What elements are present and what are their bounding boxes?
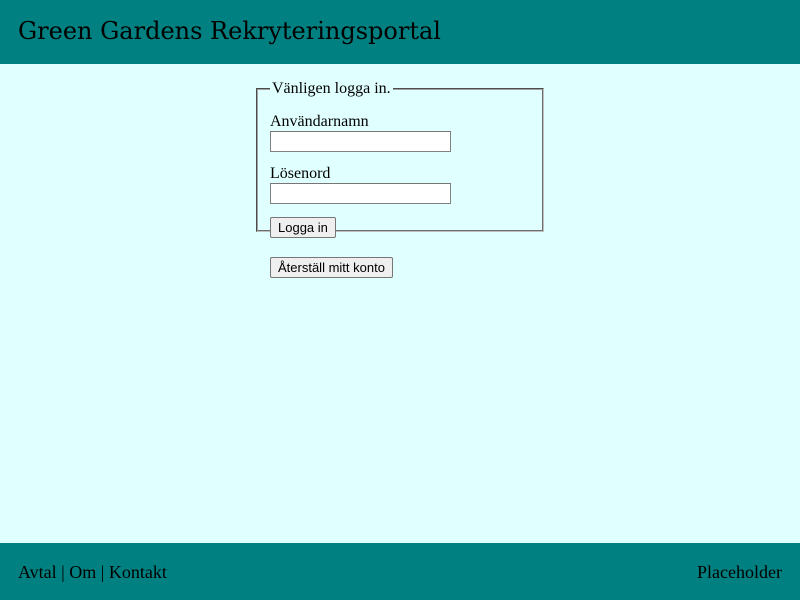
login-legend: Vänligen logga in.: [272, 80, 391, 97]
main-content: Vänligen logga in. Användarnamn Lösenord…: [0, 64, 800, 543]
reset-account-button[interactable]: Återställ mitt konto: [270, 257, 393, 278]
footer-separator: |: [61, 562, 65, 582]
footer-link-om[interactable]: Om: [69, 562, 96, 582]
footer-link-kontakt[interactable]: Kontakt: [109, 562, 167, 582]
footer-placeholder-text: Placeholder: [697, 562, 782, 582]
password-input[interactable]: [270, 183, 451, 204]
footer-nav: Avtal | Om | Kontakt: [18, 561, 167, 583]
footer-separator: |: [100, 562, 105, 582]
password-label: Lösenord: [270, 165, 331, 182]
footer-link-avtal[interactable]: Avtal: [18, 562, 57, 582]
login-button[interactable]: Logga in: [270, 217, 336, 238]
login-form: Vänligen logga in. Användarnamn Lösenord…: [256, 80, 544, 238]
page-header: Green Gardens Rekryteringsportal: [0, 0, 800, 64]
username-label: Användarnamn: [270, 113, 369, 130]
page-title: Green Gardens Rekryteringsportal: [18, 17, 441, 45]
page-footer: Avtal | Om | Kontakt Placeholder: [0, 543, 800, 600]
username-input[interactable]: [270, 131, 451, 152]
